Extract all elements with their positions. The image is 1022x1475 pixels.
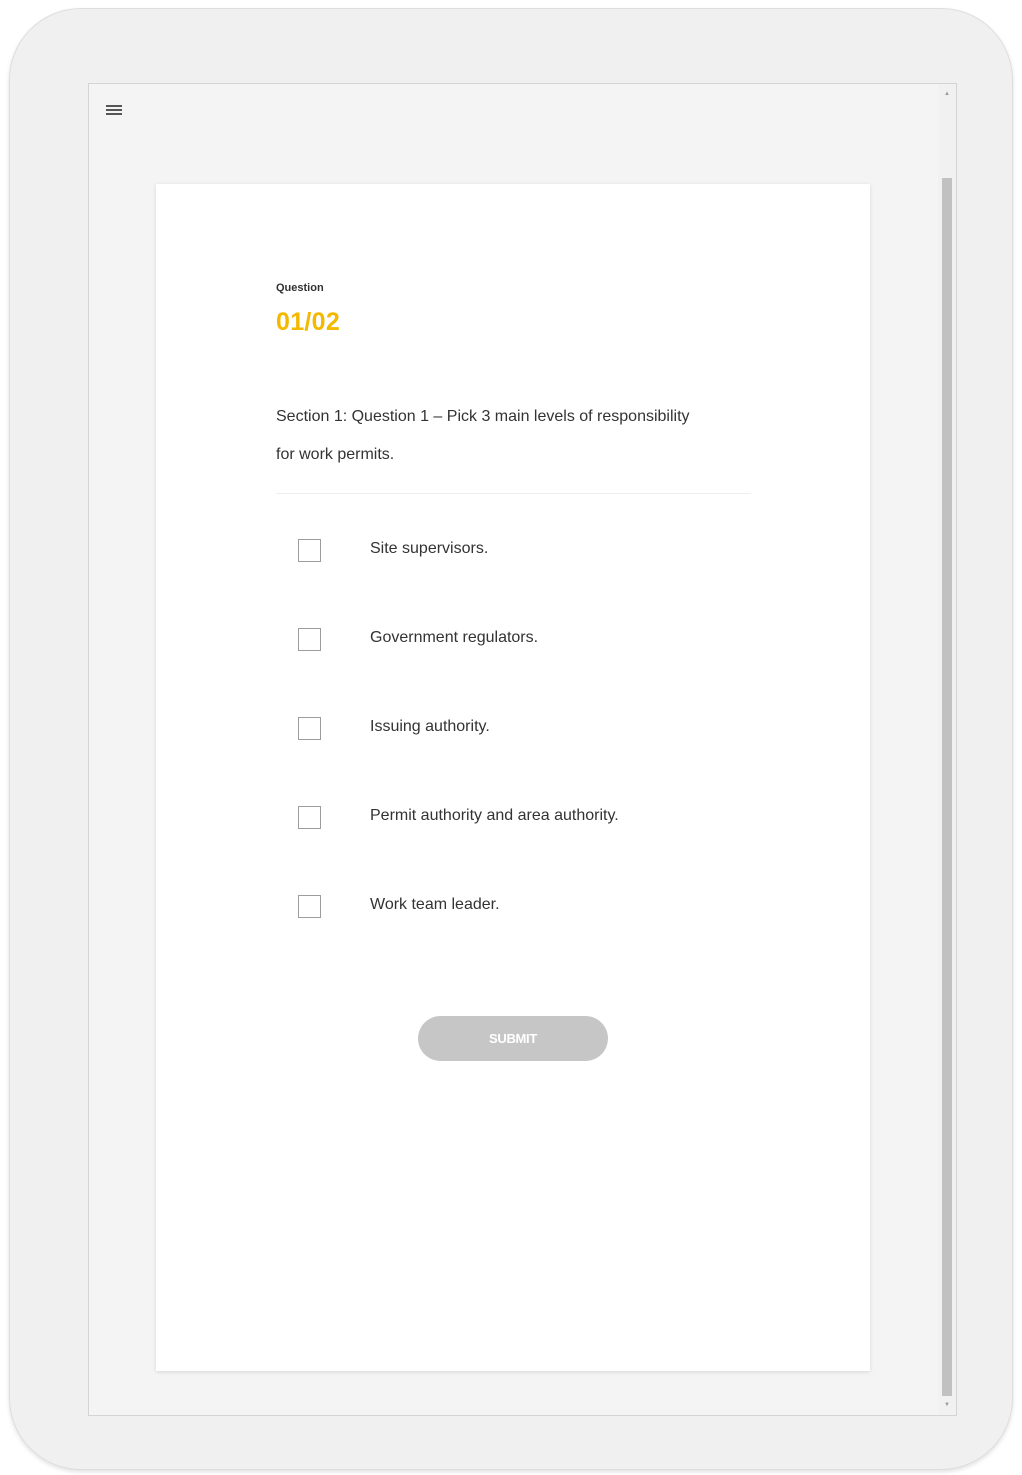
- checkbox[interactable]: [298, 806, 321, 829]
- checkbox[interactable]: [298, 895, 321, 918]
- checkbox[interactable]: [298, 628, 321, 651]
- menu-line: [106, 105, 122, 107]
- checkbox[interactable]: [298, 717, 321, 740]
- question-counter: 01/02: [276, 308, 341, 336]
- quiz-card: Question 01/02 Section 1: Question 1 – P…: [156, 184, 870, 1371]
- answer-option[interactable]: Issuing authority.: [298, 714, 738, 803]
- menu-line: [106, 113, 122, 115]
- answer-option[interactable]: Government regulators.: [298, 625, 738, 714]
- scroll-up-arrow-icon[interactable]: ▲: [938, 86, 956, 102]
- app-viewport: Question 01/02 Section 1: Question 1 – P…: [88, 83, 957, 1416]
- answer-option[interactable]: Work team leader.: [298, 892, 738, 981]
- answer-option-label: Permit authority and area authority.: [370, 807, 619, 824]
- answer-options: Site supervisors. Government regulators.…: [298, 536, 738, 981]
- scrollbar-thumb[interactable]: [942, 178, 952, 1396]
- menu-line: [106, 109, 122, 111]
- question-text: Section 1: Question 1 – Pick 3 main leve…: [276, 408, 690, 463]
- hamburger-menu-icon[interactable]: [106, 103, 124, 117]
- divider: [276, 493, 751, 494]
- vertical-scrollbar[interactable]: ▲ ▼: [938, 84, 956, 1415]
- tablet-frame: Question 01/02 Section 1: Question 1 – P…: [9, 8, 1013, 1470]
- checkbox[interactable]: [298, 539, 321, 562]
- answer-option[interactable]: Site supervisors.: [298, 536, 738, 625]
- answer-option-label: Work team leader.: [370, 896, 500, 913]
- answer-option-label: Issuing authority.: [370, 718, 490, 735]
- submit-button[interactable]: SUBMIT: [418, 1016, 608, 1061]
- answer-option-label: Government regulators.: [370, 629, 539, 646]
- answer-option[interactable]: Permit authority and area authority.: [298, 803, 738, 892]
- question-label: Question: [276, 282, 324, 294]
- scroll-down-arrow-icon[interactable]: ▼: [938, 1397, 956, 1413]
- answer-option-label: Site supervisors.: [370, 540, 489, 557]
